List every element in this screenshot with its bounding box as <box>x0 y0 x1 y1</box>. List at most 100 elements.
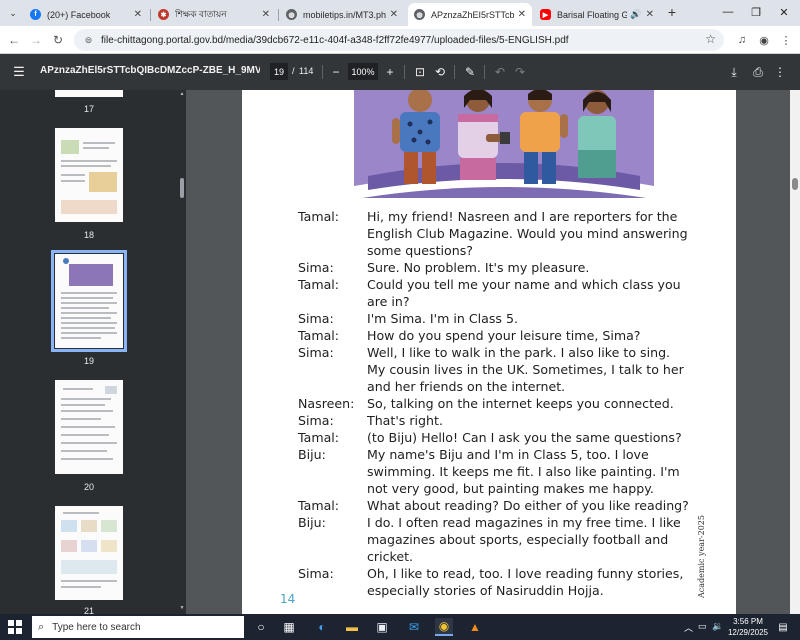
restore-icon[interactable]: ❐ <box>746 4 766 20</box>
chrome-icon[interactable]: ◉ <box>435 618 453 636</box>
vlc-icon[interactable]: ▲ <box>466 618 484 636</box>
zoom-level-input[interactable]: 100% <box>348 63 378 80</box>
zoom-out-icon[interactable]: − <box>328 64 344 80</box>
file-explorer-icon[interactable]: ▬ <box>343 618 361 636</box>
thumbnail-page-20[interactable] <box>55 380 123 474</box>
hamburger-menu-icon[interactable]: ☰ <box>10 64 28 80</box>
tab-pdf-active[interactable]: ◍ APznzaZhEI5rSTTcbQIBcD ✕ <box>408 3 532 26</box>
thumbnail-image <box>61 560 117 574</box>
thumbnail-page-19[interactable] <box>51 250 127 352</box>
thumbnail-page-17[interactable] <box>55 90 123 97</box>
scroll-down-arrow-icon[interactable]: ▼ <box>179 605 185 611</box>
speaker-icon[interactable]: 🔊 <box>630 9 641 20</box>
dialogue-row: Tamal: How do you spend your leisure tim… <box>298 327 718 344</box>
close-icon[interactable]: ✕ <box>390 9 398 20</box>
bookmark-star-icon[interactable]: ☆ <box>705 32 716 46</box>
minimize-icon[interactable]: — <box>718 4 738 20</box>
speaker-name: Tamal: <box>298 430 340 445</box>
annotate-pen-icon[interactable]: ✎ <box>462 64 478 80</box>
speech-text: That's right. <box>367 413 443 428</box>
tab-facebook[interactable]: f (20+) Facebook ✕ <box>24 3 148 26</box>
speaker-name: Sima: <box>298 311 334 326</box>
thumbnail-text-line <box>61 337 101 339</box>
thumbnail-page-21[interactable] <box>55 506 123 600</box>
task-view-icon[interactable]: ▦ <box>280 618 298 636</box>
globe-icon: ◍ <box>286 9 297 20</box>
dialogue-row: Sima: Oh, I like to read, too. I love re… <box>298 565 718 599</box>
thumbnail-text-line <box>63 512 99 514</box>
windows-start-icon[interactable] <box>8 620 22 634</box>
cortana-circle-icon[interactable]: ○ <box>252 618 270 636</box>
pdf-more-icon[interactable]: ⋮ <box>772 64 788 80</box>
thumbnail-image <box>81 520 97 532</box>
dialogue-row: Sima: I'm Sima. I'm in Class 5. <box>298 310 718 327</box>
pdf-viewer: Tamal: Hi, my friend! Nasreen and I are … <box>186 90 800 614</box>
shikkhok-batayon-icon: ✱ <box>158 9 169 20</box>
facebook-icon: f <box>30 9 41 20</box>
thumbnail-image <box>105 386 117 394</box>
window-close-icon[interactable]: ✕ <box>774 4 794 20</box>
fit-page-icon[interactable]: ⊡ <box>412 64 428 80</box>
thumbnail-text-line <box>61 302 117 304</box>
redo-icon[interactable]: ↷ <box>512 64 528 80</box>
network-icon[interactable]: ▭ <box>698 621 707 632</box>
thumbnail-page-18[interactable] <box>55 128 123 222</box>
taskbar-search[interactable]: ⌕ Type here to search <box>32 616 244 638</box>
search-placeholder: Type here to search <box>52 621 141 633</box>
rotate-icon[interactable]: ⟲ <box>432 64 448 80</box>
close-icon[interactable]: ✕ <box>518 9 526 20</box>
zoom-in-icon[interactable]: + <box>382 64 398 80</box>
download-icon[interactable]: ⤓ <box>726 64 742 80</box>
tab-shikkhok-batayon[interactable]: ✱ শিক্ষক বাতায়ন ✕ <box>152 3 276 26</box>
close-icon[interactable]: ✕ <box>262 9 270 20</box>
address-bar[interactable]: ⊜ file-chittagong.portal.gov.bd/media/39… <box>74 29 724 51</box>
taskbar-clock[interactable]: 3:56 PM 12/29/2025 <box>722 616 774 638</box>
thumbnail-text-line <box>61 292 117 294</box>
scroll-up-arrow-icon[interactable]: ▲ <box>179 91 185 97</box>
profile-icon[interactable]: ◉ <box>756 32 772 48</box>
speaker-name: Biju: <box>298 515 326 530</box>
store-icon[interactable]: ▣ <box>373 618 391 636</box>
media-controls-icon[interactable]: ♫ <box>734 32 750 48</box>
tab-mobiletips[interactable]: ◍ mobiletips.in/MT3.php/? ✕ <box>280 3 404 26</box>
thumbnail-text-line <box>61 458 113 460</box>
tab-title: (20+) Facebook <box>47 9 111 20</box>
new-tab-icon[interactable]: + <box>664 4 680 20</box>
mail-icon[interactable]: ✉ <box>405 618 423 636</box>
children-illustration <box>354 90 654 198</box>
tab-title: Barisal Floating Gypsy <box>557 9 628 20</box>
back-icon[interactable]: ← <box>6 32 22 48</box>
speaker-name: Tamal: <box>298 209 340 224</box>
toolbar-divider <box>404 65 405 79</box>
sidebar-scrollbar[interactable]: ▲ ▼ <box>178 90 186 614</box>
page-number-input[interactable]: 19 <box>270 63 288 80</box>
speech-text: My name's Biju and I'm in Class 5, too. … <box>367 447 680 496</box>
undo-icon[interactable]: ↶ <box>492 64 508 80</box>
edge-icon[interactable]: ◐ <box>313 618 331 636</box>
speech-text: Hi, my friend! Nasreen and I are reporte… <box>367 209 688 258</box>
dialogue-row: Sima: Well, I like to walk in the park. … <box>298 344 718 395</box>
site-info-icon[interactable]: ⊜ <box>82 34 95 47</box>
more-menu-icon[interactable]: ⋮ <box>778 32 794 48</box>
speech-text: What about reading? Do either of you lik… <box>367 498 689 513</box>
close-icon[interactable]: ✕ <box>646 9 654 20</box>
tab-search-chevron-icon[interactable]: ⌄ <box>6 6 20 20</box>
url-text[interactable]: file-chittagong.portal.gov.bd/media/39dc… <box>101 35 569 46</box>
sidebar-scroll-thumb[interactable] <box>180 178 184 198</box>
notifications-icon[interactable]: ▤ <box>776 620 790 634</box>
thumbnail-text-line <box>61 586 101 588</box>
thumbnail-text-line <box>61 317 111 319</box>
tab-divider <box>278 9 279 21</box>
dialogue-row: Nasreen: So, talking on the internet kee… <box>298 395 718 412</box>
speaker-name: Sima: <box>298 345 334 360</box>
tray-chevron-icon[interactable]: ︿ <box>684 621 693 634</box>
forward-icon[interactable]: → <box>28 32 44 48</box>
reload-icon[interactable]: ↻ <box>50 32 66 48</box>
clock-time: 3:56 PM <box>733 617 763 626</box>
main-scrollbar[interactable] <box>790 90 800 614</box>
page-separator: / <box>292 66 295 76</box>
close-icon[interactable]: ✕ <box>134 9 142 20</box>
main-scroll-thumb[interactable] <box>792 178 798 190</box>
tab-youtube[interactable]: ▶ Barisal Floating Gypsy 🔊 ✕ <box>534 3 660 26</box>
print-icon[interactable]: ⎙ <box>750 64 766 80</box>
